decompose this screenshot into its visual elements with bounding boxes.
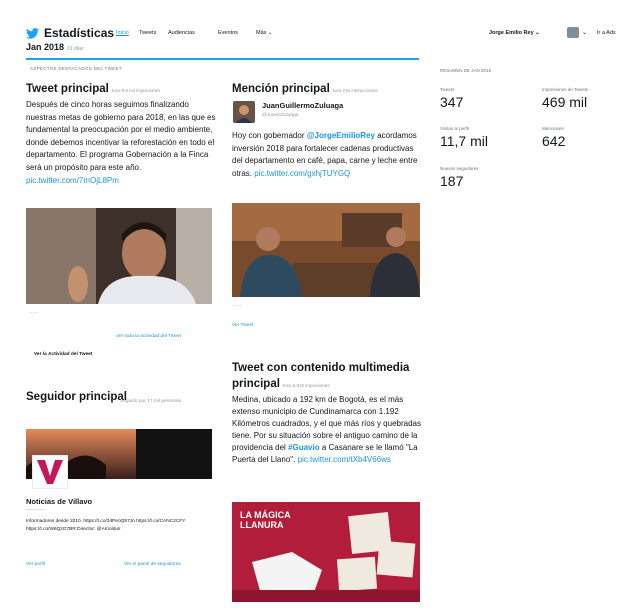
follower-handle-row: ———— xyxy=(26,508,46,513)
period-label: Jan 2018 xyxy=(26,42,65,52)
stat-label-mentions: Menciones xyxy=(542,126,564,131)
villavo-logo-icon xyxy=(37,460,63,484)
avatar[interactable] xyxy=(567,27,579,38)
mention-text-pre: Hoy con gobernador xyxy=(232,131,307,140)
nav-tweets[interactable]: Tweets xyxy=(139,30,156,36)
media-tweet-link[interactable]: pic.twitter.com/tXb4V66ws xyxy=(298,455,391,464)
top-mention-heading: Mención principal xyxy=(232,83,330,95)
nav-events[interactable]: Eventos xyxy=(218,30,238,36)
mention-link[interactable]: pic.twitter.com/gxhjTUYGQ xyxy=(254,169,350,178)
stat-label-tweets: Tweets xyxy=(440,87,455,92)
stat-label-new-followers: Nuevos seguidores xyxy=(440,166,479,171)
section-label: ASPECTOS DESTACADOS DEL TWEET xyxy=(30,66,122,71)
mention-image xyxy=(232,203,420,297)
chevron-down-icon[interactable]: ⌄ xyxy=(582,29,587,36)
top-tweet-image xyxy=(26,208,212,304)
top-tweet-metrics-row: ◦ ◦ ◦ xyxy=(30,311,38,316)
media-tweet-title: Tweet con contenido multimedia principal… xyxy=(232,360,422,394)
app-title: Estadísticas xyxy=(44,26,115,40)
period-days: 31 días xyxy=(67,46,84,52)
top-bar: Estadísticas Inicio Tweets Audiencias Ev… xyxy=(0,0,634,62)
top-tweet-heading: Tweet principal xyxy=(26,83,109,95)
top-tweet-text: Después de cinco horas seguimos finaliza… xyxy=(26,99,216,187)
nav-more-label: Más xyxy=(256,30,267,36)
summary-title: RESUMEN DE JAN 2018 xyxy=(440,68,492,73)
goto-ads-link[interactable]: Ir a Ads xyxy=(597,30,616,36)
top-tweet-photo[interactable] xyxy=(26,208,212,304)
mention-author-handle: @JuanGZuluaga xyxy=(262,113,299,118)
view-followers-link[interactable]: Ver el panel de seguidores xyxy=(124,562,181,567)
media-tweet-text: Medina, ubicado a 192 km de Bogotá, es e… xyxy=(232,394,422,466)
mention-photo[interactable] xyxy=(232,203,420,297)
media-tweet-impressions: tuvo 5.815 impresiones xyxy=(282,383,330,388)
top-follower-followed-by: Seguido por 17 mil personas xyxy=(120,399,182,404)
chevron-down-icon: ⌄ xyxy=(267,30,273,36)
nav-home[interactable]: Inicio xyxy=(116,30,129,36)
divider xyxy=(26,58,419,60)
media-tweet-hashtag[interactable]: #Guavio xyxy=(288,443,320,452)
mention-handle-link[interactable]: @JorgeEmilioRey xyxy=(307,131,375,140)
nav-more[interactable]: Más ⌄ xyxy=(256,30,273,36)
user-menu[interactable]: Jorge Emilio Rey ⌄ xyxy=(489,30,540,36)
top-follower-heading: Seguidor principal xyxy=(26,391,127,403)
mention-text: Hoy con gobernador @JorgeEmilioRey acord… xyxy=(232,130,422,180)
stat-value-new-followers: 187 xyxy=(440,173,464,189)
mention-author-name[interactable]: JuanGuillermoZuluaga xyxy=(262,101,343,110)
mention-metrics-row: ◦ ◦ ◦ xyxy=(234,304,242,309)
mention-author-avatar[interactable] xyxy=(233,101,255,123)
stat-value-mentions: 642 xyxy=(542,133,566,149)
mention-view-tweet-link[interactable]: Ver Tweet xyxy=(232,323,253,328)
top-tweet-title: Tweet principal tuvo 8.8 mil impresiones xyxy=(26,83,160,95)
chevron-down-icon: ⌄ xyxy=(535,30,540,36)
top-follower-title: Seguidor principal xyxy=(26,391,127,403)
top-tweet-link[interactable]: pic.twitter.com/7mOjL8Pm xyxy=(26,176,119,185)
media-tweet-photo[interactable]: LA MÁGICA LLANURA xyxy=(232,502,420,602)
user-name: Jorge Emilio Rey xyxy=(489,30,534,36)
brand[interactable]: Estadísticas xyxy=(26,26,114,40)
period-heading: Jan 2018 31 días xyxy=(26,42,83,52)
media-image-banner: LA MÁGICA LLANURA xyxy=(240,510,291,530)
top-mention-title: Mención principal tuvo 216 interacciones xyxy=(232,83,378,95)
twitter-bird-icon xyxy=(26,27,39,39)
top-tweet-activity-bold[interactable]: Ver la Actividad del Tweet xyxy=(34,352,92,357)
avatar-image xyxy=(233,101,255,123)
top-tweet-impressions: tuvo 8.8 mil impresiones xyxy=(111,88,161,93)
stat-label-impressions: Impresiones de Tweets xyxy=(542,87,589,92)
stat-value-tweets: 347 xyxy=(440,94,464,110)
stat-label-profile-visits: Visitas al perfil xyxy=(440,126,469,131)
stat-value-impressions: 469 mil xyxy=(542,94,588,110)
nav-audiences[interactable]: Audiencias xyxy=(168,30,195,36)
follower-bio: Informadores desde 2010. https://t.co/34… xyxy=(26,519,186,532)
top-mention-interactions: tuvo 216 interacciones xyxy=(332,88,378,93)
top-tweet-activity-link[interactable]: Ver toda la actividad del Tweet xyxy=(116,334,181,339)
follower-name[interactable]: Noticias de Villavo xyxy=(26,497,92,506)
follower-avatar[interactable] xyxy=(32,455,68,489)
top-tweet-body: Después de cinco horas seguimos finaliza… xyxy=(26,100,216,172)
stat-value-profile-visits: 11,7 mil xyxy=(440,133,488,149)
follower-profile-link[interactable]: Ver perfil xyxy=(26,562,45,567)
